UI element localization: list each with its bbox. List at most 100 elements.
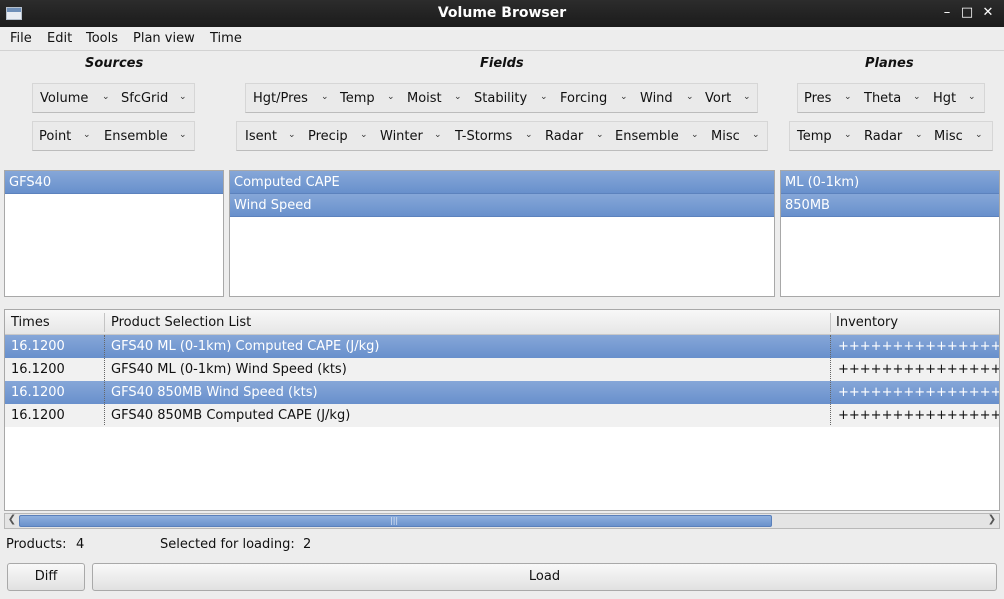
chevron-down-icon[interactable]: ⌄ bbox=[179, 92, 187, 102]
column-divider[interactable] bbox=[104, 313, 105, 332]
planes-theta-button[interactable]: Theta bbox=[864, 91, 901, 106]
chevron-down-icon[interactable]: ⌄ bbox=[454, 92, 462, 102]
planes-misc-button[interactable]: Misc bbox=[934, 129, 963, 144]
fields-list[interactable]: Computed CAPE Wind Speed bbox=[229, 170, 775, 297]
chevron-down-icon[interactable]: ⌄ bbox=[915, 130, 923, 140]
column-header-times[interactable]: Times bbox=[11, 315, 50, 330]
selected-label: Selected for loading: bbox=[160, 537, 295, 552]
chevron-down-icon[interactable]: ⌄ bbox=[968, 92, 976, 102]
chevron-down-icon[interactable]: ⌄ bbox=[691, 130, 699, 140]
sources-menu-row2: Point ⌄ Ensemble ⌄ bbox=[32, 121, 195, 151]
fields-stability-button[interactable]: Stability bbox=[474, 91, 527, 106]
fields-vort-button[interactable]: Vort bbox=[705, 91, 731, 106]
arrow-right-icon[interactable]: ❯ bbox=[985, 513, 999, 527]
chevron-down-icon[interactable]: ⌄ bbox=[321, 92, 329, 102]
table-row[interactable]: 16.1200 GFS40 850MB Computed CAPE (J/kg)… bbox=[5, 404, 999, 427]
fields-forcing-button[interactable]: Forcing bbox=[560, 91, 607, 106]
fields-moist-button[interactable]: Moist bbox=[407, 91, 442, 106]
menu-tools[interactable]: Tools bbox=[86, 31, 118, 46]
chevron-down-icon[interactable]: ⌄ bbox=[975, 130, 983, 140]
fields-ensemble-button[interactable]: Ensemble bbox=[615, 129, 679, 144]
maximize-icon[interactable]: □ bbox=[959, 5, 975, 21]
menu-edit[interactable]: Edit bbox=[47, 31, 72, 46]
diff-button[interactable]: Diff bbox=[7, 563, 85, 591]
sources-sfcgrid-button[interactable]: SfcGrid bbox=[121, 91, 168, 106]
chevron-down-icon[interactable]: ⌄ bbox=[179, 130, 187, 140]
sources-menu-row1: Volume ⌄ SfcGrid ⌄ bbox=[32, 83, 195, 113]
chevron-down-icon[interactable]: ⌄ bbox=[540, 92, 548, 102]
chevron-down-icon[interactable]: ⌄ bbox=[387, 92, 395, 102]
table-row[interactable]: 16.1200 GFS40 850MB Wind Speed (kts) +++… bbox=[5, 381, 999, 404]
chevron-down-icon[interactable]: ⌄ bbox=[686, 92, 694, 102]
horizontal-scrollbar[interactable]: ❮ ||| ❯ bbox=[4, 513, 1000, 529]
cell-inventory: +++++++++++++++++ bbox=[838, 385, 999, 400]
column-header-inventory[interactable]: Inventory bbox=[836, 315, 898, 330]
title-bar: Volume Browser – □ ✕ bbox=[0, 0, 1004, 27]
chevron-down-icon[interactable]: ⌄ bbox=[752, 130, 760, 140]
arrow-left-icon[interactable]: ❮ bbox=[5, 513, 19, 527]
fields-winter-button[interactable]: Winter bbox=[380, 129, 423, 144]
sources-ensemble-button[interactable]: Ensemble bbox=[104, 129, 168, 144]
chevron-down-icon[interactable]: ⌄ bbox=[434, 130, 442, 140]
fields-radar-button[interactable]: Radar bbox=[545, 129, 583, 144]
sources-volume-button[interactable]: Volume bbox=[40, 91, 88, 106]
product-table: Times Product Selection List Inventory 1… bbox=[4, 309, 1000, 511]
table-row[interactable]: 16.1200 GFS40 ML (0-1km) Wind Speed (kts… bbox=[5, 358, 999, 381]
fields-misc-button[interactable]: Misc bbox=[711, 129, 740, 144]
products-label: Products: bbox=[6, 537, 67, 552]
cell-product: GFS40 850MB Wind Speed (kts) bbox=[111, 385, 318, 400]
sources-header: Sources bbox=[85, 56, 144, 71]
cell-product: GFS40 850MB Computed CAPE (J/kg) bbox=[111, 408, 351, 423]
list-item[interactable]: Wind Speed bbox=[230, 194, 774, 217]
fields-tstorms-button[interactable]: T-Storms bbox=[455, 129, 512, 144]
fields-header: Fields bbox=[480, 56, 524, 71]
chevron-down-icon[interactable]: ⌄ bbox=[83, 130, 91, 140]
list-item[interactable]: ML (0-1km) bbox=[781, 171, 999, 194]
table-header: Times Product Selection List Inventory bbox=[5, 310, 999, 335]
planes-pres-button[interactable]: Pres bbox=[804, 91, 831, 106]
planes-temp-button[interactable]: Temp bbox=[797, 129, 832, 144]
menu-file[interactable]: File bbox=[10, 31, 32, 46]
fields-hgtpres-button[interactable]: Hgt/Pres bbox=[253, 91, 308, 106]
list-item[interactable]: Computed CAPE bbox=[230, 171, 774, 194]
planes-list[interactable]: ML (0-1km) 850MB bbox=[780, 170, 1000, 297]
list-item[interactable]: GFS40 bbox=[5, 171, 223, 194]
minimize-icon[interactable]: – bbox=[939, 5, 955, 21]
close-icon[interactable]: ✕ bbox=[980, 5, 996, 21]
chevron-down-icon[interactable]: ⌄ bbox=[844, 92, 852, 102]
cell-inventory: +++++++++++++++++ bbox=[838, 362, 999, 377]
chevron-down-icon[interactable]: ⌄ bbox=[288, 130, 296, 140]
fields-wind-button[interactable]: Wind bbox=[640, 91, 673, 106]
list-item[interactable]: 850MB bbox=[781, 194, 999, 217]
chevron-down-icon[interactable]: ⌄ bbox=[102, 92, 110, 102]
scrollbar-thumb[interactable]: ||| bbox=[19, 515, 772, 527]
planes-radar-button[interactable]: Radar bbox=[864, 129, 902, 144]
column-header-product[interactable]: Product Selection List bbox=[111, 315, 251, 330]
cell-time: 16.1200 bbox=[11, 339, 65, 354]
chevron-down-icon[interactable]: ⌄ bbox=[360, 130, 368, 140]
grip-icon: ||| bbox=[390, 516, 399, 525]
selected-count: 2 bbox=[303, 537, 312, 552]
fields-isent-button[interactable]: Isent bbox=[245, 129, 277, 144]
planes-hgt-button[interactable]: Hgt bbox=[933, 91, 956, 106]
fields-precip-button[interactable]: Precip bbox=[308, 129, 348, 144]
fields-temp-button[interactable]: Temp bbox=[340, 91, 375, 106]
chevron-down-icon[interactable]: ⌄ bbox=[743, 92, 751, 102]
table-row[interactable]: 16.1200 GFS40 ML (0-1km) Computed CAPE (… bbox=[5, 335, 999, 358]
chevron-down-icon[interactable]: ⌄ bbox=[620, 92, 628, 102]
fields-menu-row1: Hgt/Pres ⌄ Temp ⌄ Moist ⌄ Stability ⌄ Fo… bbox=[245, 83, 758, 113]
sources-list[interactable]: GFS40 bbox=[4, 170, 224, 297]
cell-time: 16.1200 bbox=[11, 362, 65, 377]
menu-time[interactable]: Time bbox=[210, 31, 242, 46]
column-divider bbox=[830, 335, 831, 425]
load-button[interactable]: Load bbox=[92, 563, 997, 591]
planes-menu-row2: Temp ⌄ Radar ⌄ Misc ⌄ bbox=[789, 121, 993, 151]
planes-menu-row1: Pres ⌄ Theta ⌄ Hgt ⌄ bbox=[797, 83, 985, 113]
chevron-down-icon[interactable]: ⌄ bbox=[596, 130, 604, 140]
chevron-down-icon[interactable]: ⌄ bbox=[525, 130, 533, 140]
sources-point-button[interactable]: Point bbox=[39, 129, 71, 144]
column-divider[interactable] bbox=[830, 313, 831, 332]
chevron-down-icon[interactable]: ⌄ bbox=[844, 130, 852, 140]
menu-plan-view[interactable]: Plan view bbox=[133, 31, 195, 46]
chevron-down-icon[interactable]: ⌄ bbox=[913, 92, 921, 102]
